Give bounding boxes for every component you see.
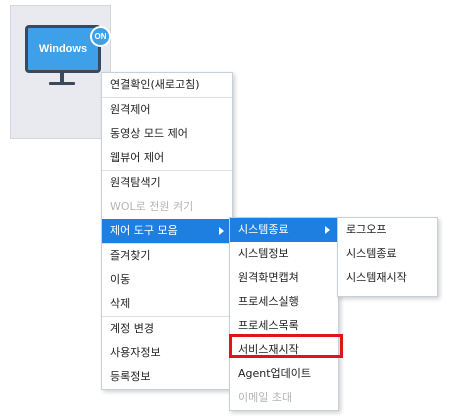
submenu-item-system-shutdown[interactable]: 시스템종료 — [230, 218, 338, 242]
shutdown-item-logoff[interactable]: 로그오프 — [338, 218, 437, 242]
submenu-item-email-invite: 이메일 초대 — [238, 391, 293, 404]
menu-item-control-tools-label: 제어 도구 모음 — [110, 224, 178, 237]
submenu-item-system-shutdown-label: 시스템종료 — [238, 223, 289, 236]
shutdown-submenu: 로그오프 시스템종료 시스템재시작 — [337, 217, 438, 297]
status-badge: ON — [90, 26, 111, 47]
menu-item-user-info[interactable]: 사용자정보 — [102, 341, 232, 365]
menu-item-webviewer-control[interactable]: 웹뷰어 제어 — [102, 146, 232, 170]
menu-item-favorites[interactable]: 즐겨찾기 — [102, 244, 232, 268]
control-tools-submenu: 시스템종료 시스템정보 원격화면캡쳐 프로세스실행 프로세스목록 서비스재시작 … — [229, 217, 339, 411]
menu-item-refresh[interactable]: 연결확인(새로고침) — [102, 73, 232, 97]
menu-item-properties[interactable]: 등록정보 — [102, 365, 232, 389]
context-menu: 연결확인(새로고침) 원격제어 동영상 모드 제어 웹뷰어 제어 원격탐색기 W… — [101, 72, 233, 390]
device-card[interactable]: Windows ON — [10, 5, 111, 139]
os-label: Windows — [38, 43, 88, 55]
menu-item-wol-power-on: WOL로 전원 켜기 — [110, 200, 194, 213]
shutdown-item-shutdown[interactable]: 시스템종료 — [338, 242, 437, 266]
menu-item-delete[interactable]: 삭제 — [102, 292, 232, 316]
submenu-arrow-icon — [219, 227, 224, 235]
submenu-item-process-run[interactable]: 프로세스실행 — [230, 290, 338, 314]
submenu-arrow-icon — [325, 226, 330, 234]
menu-item-control-tools[interactable]: 제어 도구 모음 — [102, 219, 232, 243]
menu-item-remote-explorer[interactable]: 원격탐색기 — [102, 171, 232, 195]
submenu-item-service-restart[interactable]: 서비스재시작 — [230, 338, 338, 362]
submenu-item-process-list[interactable]: 프로세스목록 — [230, 314, 338, 338]
monitor-base — [49, 82, 75, 85]
menu-item-video-mode-control[interactable]: 동영상 모드 제어 — [102, 122, 232, 146]
menu-item-remote-control[interactable]: 원격제어 — [102, 98, 232, 122]
menu-item-change-account[interactable]: 계정 변경 — [102, 317, 232, 341]
submenu-item-system-info[interactable]: 시스템정보 — [230, 242, 338, 266]
submenu-item-remote-screen-capture[interactable]: 원격화면캡쳐 — [230, 266, 338, 290]
submenu-item-agent-update[interactable]: Agent업데이트 — [230, 362, 338, 386]
menu-item-move[interactable]: 이동 — [102, 268, 232, 292]
shutdown-item-restart[interactable]: 시스템재시작 — [338, 266, 437, 290]
